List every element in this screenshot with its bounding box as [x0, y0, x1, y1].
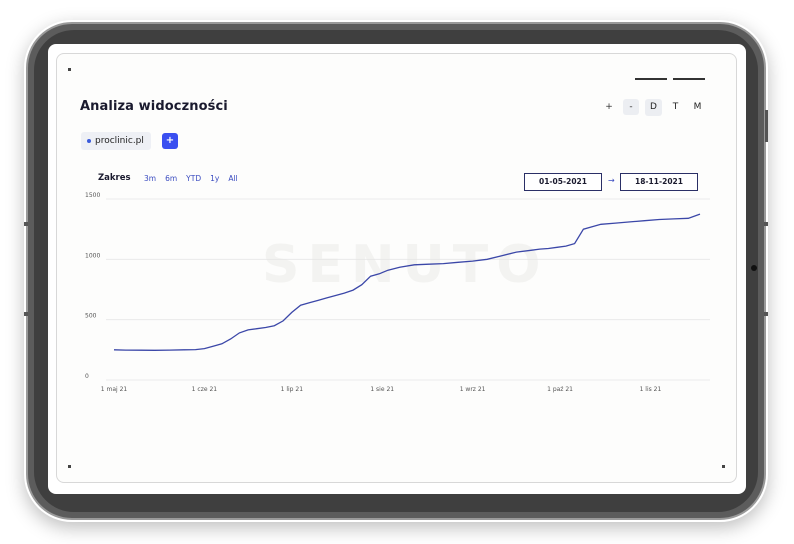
senuto-watermark: SENUTO [262, 235, 548, 295]
x-tick-label: 1 sie 21 [370, 386, 394, 393]
x-tick-label: 1 paź 21 [547, 386, 573, 393]
y-tick-label: 1500 [85, 192, 100, 199]
visibility-chart: SENUTO 0 500 1000 1500 1 maj 21 1 cze 21 1 li… [85, 192, 710, 393]
side-button-left-bottom [24, 312, 28, 316]
x-tick-label: 1 wrz 21 [460, 386, 486, 393]
y-tick-label: 1000 [85, 252, 100, 259]
side-button-right-bottom [764, 312, 768, 316]
camera-icon [751, 265, 757, 271]
y-tick-label: 500 [85, 313, 97, 320]
side-button-left-top [24, 222, 28, 226]
tablet-screen: Analiza widoczności + - D T M proclinic.… [48, 44, 746, 494]
y-tick-label: 0 [85, 373, 89, 380]
x-tick-label: 1 lis 21 [640, 386, 662, 393]
y-axis: 0 500 1000 1500 [85, 192, 100, 380]
x-tick-label: 1 cze 21 [192, 386, 218, 393]
x-tick-label: 1 maj 21 [101, 386, 128, 393]
side-button-right [765, 110, 768, 142]
x-axis: 1 maj 21 1 cze 21 1 lip 21 1 sie 21 1 wrz 21… [101, 386, 662, 393]
x-tick-label: 1 lip 21 [281, 386, 304, 393]
side-button-right-top [764, 222, 768, 226]
